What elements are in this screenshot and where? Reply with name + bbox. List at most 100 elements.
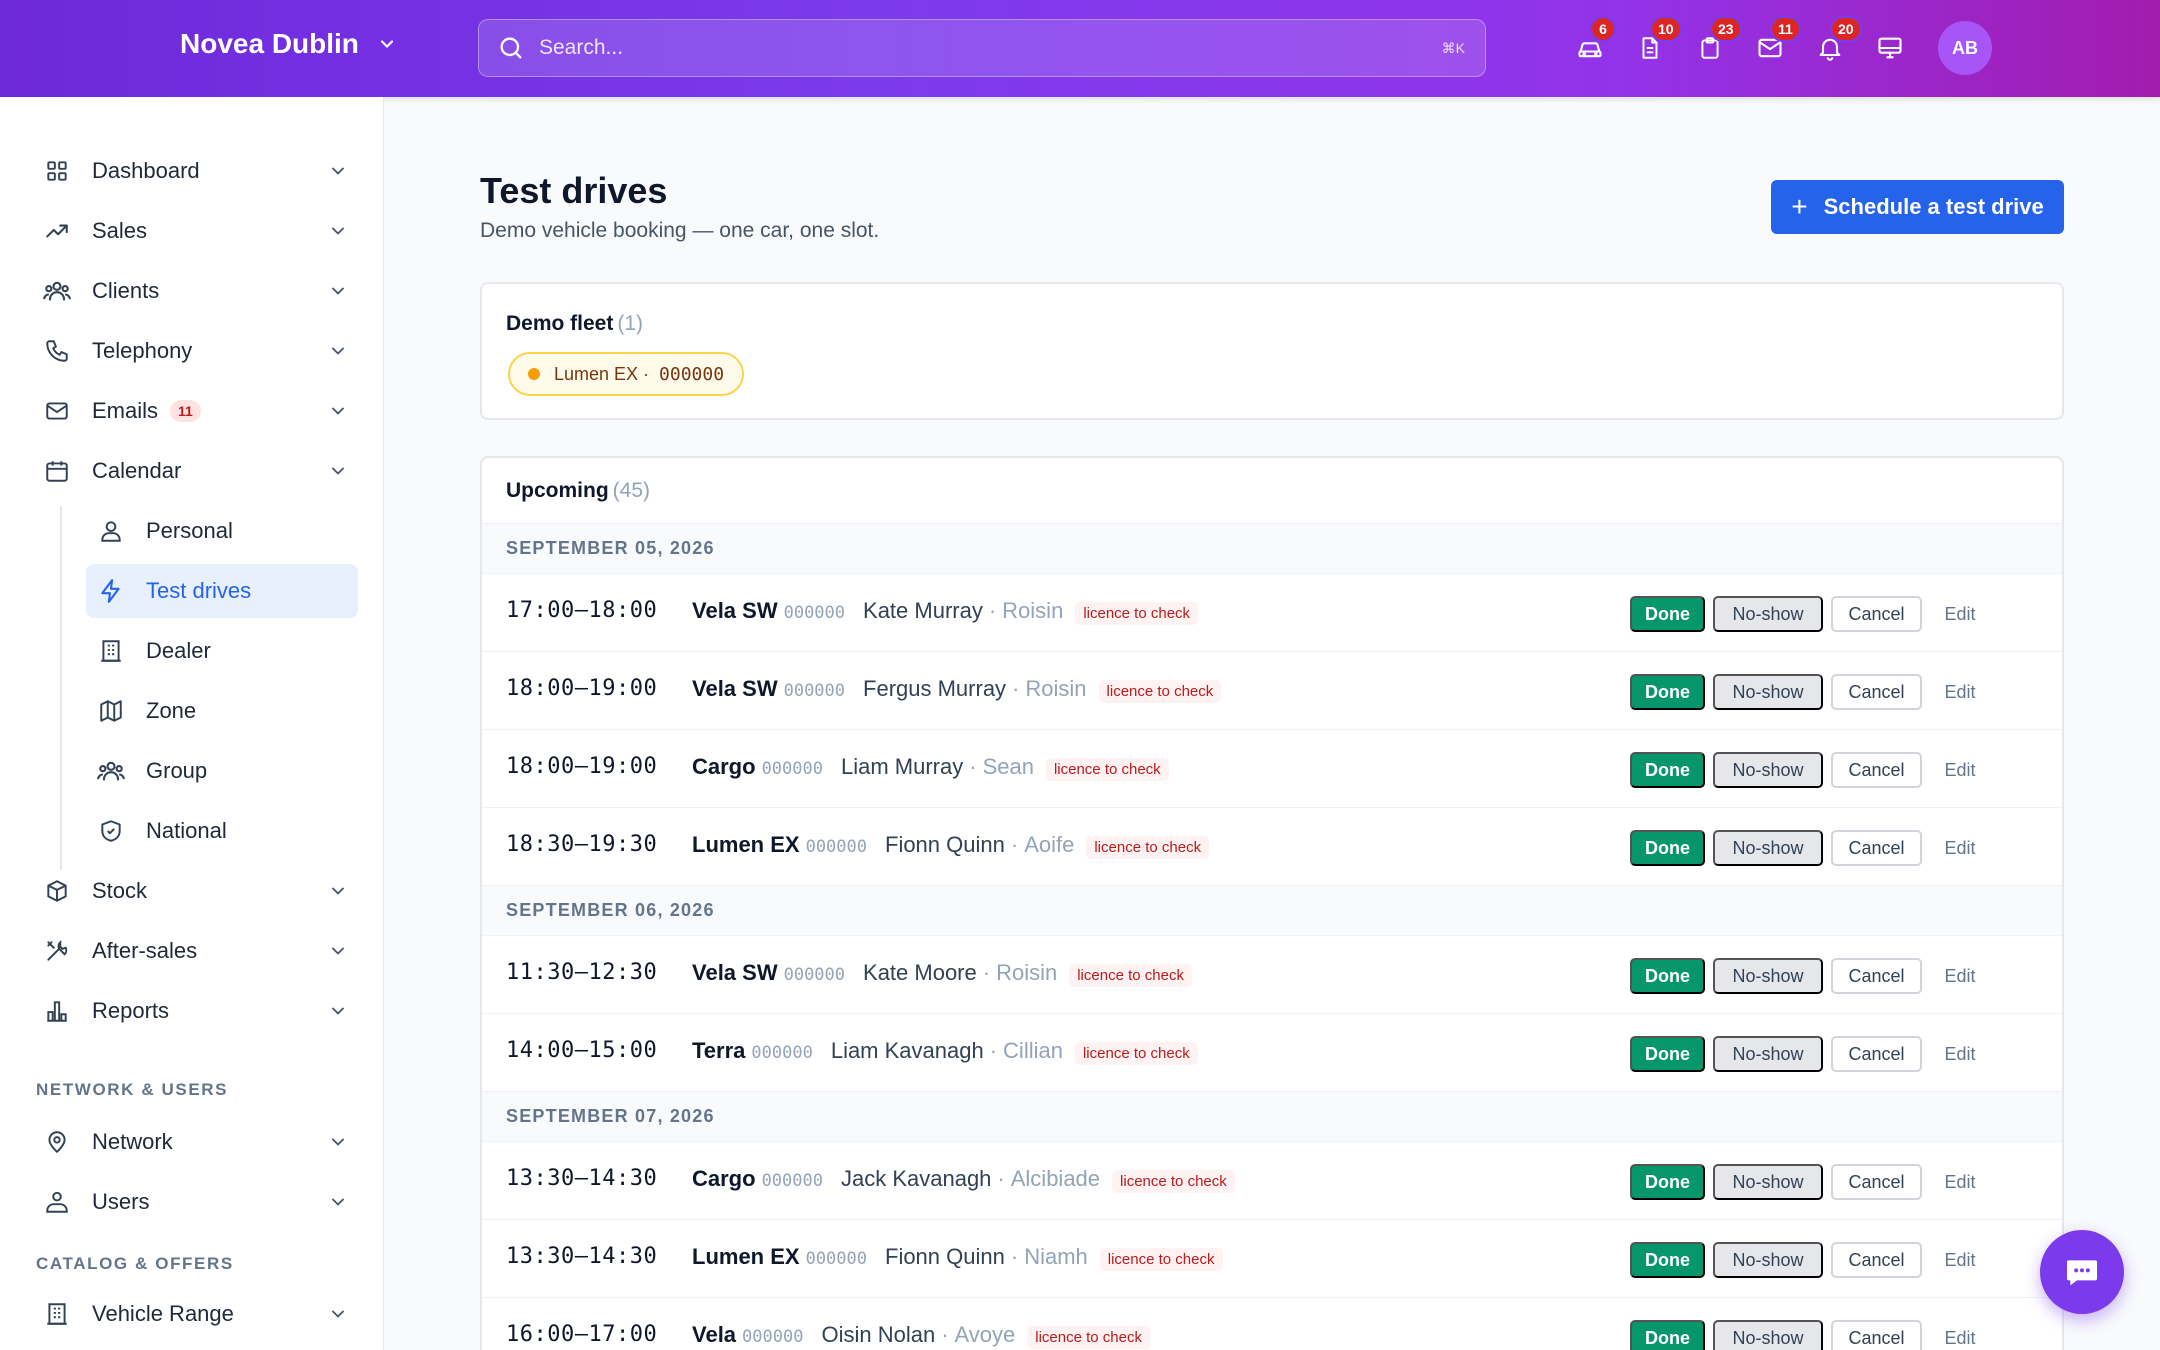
sidebar-item-reports[interactable]: Reports — [30, 984, 360, 1038]
done-button[interactable]: Done — [1630, 1242, 1705, 1278]
edit-link[interactable]: Edit — [1930, 596, 1990, 632]
separator-dot: · — [1010, 832, 1019, 857]
monitor-icon[interactable] — [1872, 30, 1908, 66]
cancel-button[interactable]: Cancel — [1831, 830, 1922, 866]
sidebar-item-label: Vehicle Range — [92, 1301, 234, 1326]
sidebar-item-emails[interactable]: Emails 11 — [30, 384, 360, 438]
test-drive-row[interactable]: 18:00–19:00 Cargo 000000 Liam Murray · S… — [482, 730, 2062, 808]
no-show-button[interactable]: No-show — [1713, 830, 1823, 866]
cancel-button[interactable]: Cancel — [1831, 1242, 1922, 1278]
edit-link[interactable]: Edit — [1930, 674, 1990, 710]
car-icon[interactable]: 6 — [1572, 16, 1616, 66]
global-search[interactable]: ⌘K — [478, 19, 1486, 77]
cancel-button[interactable]: Cancel — [1831, 1164, 1922, 1200]
edit-link[interactable]: Edit — [1930, 1242, 1990, 1278]
cancel-button[interactable]: Cancel — [1831, 752, 1922, 788]
edit-link[interactable]: Edit — [1930, 958, 1990, 994]
sidebar-item-personal[interactable]: Personal — [86, 504, 358, 558]
sidebar-item-dealer[interactable]: Dealer — [86, 624, 358, 678]
no-show-button[interactable]: No-show — [1713, 674, 1823, 710]
sidebar-item-clients[interactable]: Clients — [30, 264, 360, 318]
licence-check-badge: licence to check — [1027, 1326, 1150, 1349]
chat-button[interactable] — [2040, 1230, 2124, 1314]
separator-dot: · — [989, 1038, 998, 1063]
dealer-switcher[interactable]: Novea Dublin — [180, 28, 397, 60]
sidebar-item-label: Calendar — [92, 458, 182, 483]
no-show-button[interactable]: No-show — [1713, 1036, 1823, 1072]
chevron-down-icon — [328, 1132, 348, 1152]
edit-link[interactable]: Edit — [1930, 1320, 1990, 1350]
done-button[interactable]: Done — [1630, 1164, 1705, 1200]
schedule-test-drive-button[interactable]: + Schedule a test drive — [1771, 180, 2064, 234]
tools-icon — [42, 936, 72, 966]
sidebar-item-dashboard[interactable]: Dashboard — [30, 144, 360, 198]
vehicle-plate: 000000 — [751, 1043, 813, 1063]
user-avatar[interactable]: AB — [1938, 21, 1992, 75]
edit-link[interactable]: Edit — [1930, 1036, 1990, 1072]
cancel-button[interactable]: Cancel — [1831, 1320, 1922, 1350]
done-button[interactable]: Done — [1630, 596, 1705, 632]
separator-dot: · — [982, 960, 991, 985]
chevron-down-icon — [328, 881, 348, 901]
no-show-button[interactable]: No-show — [1713, 1242, 1823, 1278]
done-button[interactable]: Done — [1630, 1036, 1705, 1072]
test-drive-row[interactable]: 18:30–19:30 Lumen EX 000000 Fionn Quinn … — [482, 808, 2062, 886]
vehicle-model: Vela SW — [692, 676, 778, 701]
sidebar-item-users[interactable]: Users — [30, 1175, 360, 1229]
upcoming-count: (45) — [612, 478, 651, 502]
bell-icon[interactable]: 20 — [1812, 16, 1862, 66]
edit-link[interactable]: Edit — [1930, 830, 1990, 866]
search-input[interactable] — [539, 36, 1442, 60]
sidebar-item-telephony[interactable]: Telephony — [30, 324, 360, 378]
done-button[interactable]: Done — [1630, 1320, 1705, 1350]
test-drive-row[interactable]: 14:00–15:00 Terra 000000 Liam Kavanagh ·… — [482, 1014, 2062, 1092]
no-show-button[interactable]: No-show — [1713, 1164, 1823, 1200]
chevron-down-icon — [328, 341, 348, 361]
no-show-button[interactable]: No-show — [1713, 596, 1823, 632]
test-drive-row[interactable]: 17:00–18:00 Vela SW 000000 Kate Murray ·… — [482, 574, 2062, 652]
cancel-button[interactable]: Cancel — [1831, 596, 1922, 632]
test-drive-row[interactable]: 11:30–12:30 Vela SW 000000 Kate Moore · … — [482, 936, 2062, 1014]
test-drive-row[interactable]: 13:30–14:30 Cargo 000000 Jack Kavanagh ·… — [482, 1142, 2062, 1220]
sidebar-item-after-sales[interactable]: After-sales — [30, 924, 360, 978]
no-show-button[interactable]: No-show — [1713, 958, 1823, 994]
test-drive-row[interactable]: 13:30–14:30 Lumen EX 000000 Fionn Quinn … — [482, 1220, 2062, 1298]
sidebar-item-group[interactable]: Group — [86, 744, 358, 798]
search-shortcut: ⌘K — [1441, 39, 1465, 56]
licence-check-badge: licence to check — [1069, 964, 1192, 987]
sidebar-item-stock[interactable]: Stock — [30, 864, 360, 918]
edit-link[interactable]: Edit — [1930, 752, 1990, 788]
sidebar-item-zone[interactable]: Zone — [86, 684, 358, 738]
cancel-button[interactable]: Cancel — [1831, 674, 1922, 710]
sidebar-item-test-drives[interactable]: Test drives — [86, 564, 358, 618]
no-show-button[interactable]: No-show — [1713, 752, 1823, 788]
test-drive-row[interactable]: 18:00–19:00 Vela SW 000000 Fergus Murray… — [482, 652, 2062, 730]
sidebar-item-network[interactable]: Network — [30, 1115, 360, 1169]
document-icon[interactable]: 10 — [1632, 16, 1682, 66]
vehicle-model: Vela — [692, 1322, 737, 1347]
chevron-down-icon — [328, 1304, 348, 1324]
cancel-button[interactable]: Cancel — [1831, 1036, 1922, 1072]
test-drive-row[interactable]: 16:00–17:00 Vela 000000 Oisin Nolan · Av… — [482, 1298, 2062, 1350]
done-button[interactable]: Done — [1630, 958, 1705, 994]
edit-link[interactable]: Edit — [1930, 1164, 1990, 1200]
clipboard-icon[interactable]: 23 — [1692, 16, 1742, 66]
vehicle-plate: 000000 — [761, 1171, 823, 1191]
cancel-button[interactable]: Cancel — [1831, 958, 1922, 994]
chevron-down-icon — [328, 221, 348, 241]
sidebar-item-calendar[interactable]: Calendar — [30, 444, 360, 498]
demo-fleet-title-text: Demo fleet — [506, 312, 614, 335]
sidebar-item-label: Telephony — [92, 338, 193, 363]
sidebar-item-vehicle-range[interactable]: Vehicle Range — [30, 1287, 360, 1341]
mail-icon[interactable]: 11 — [1752, 16, 1801, 66]
sidebar-item-national[interactable]: National — [86, 804, 358, 858]
no-show-button[interactable]: No-show — [1713, 1320, 1823, 1350]
done-button[interactable]: Done — [1630, 830, 1705, 866]
client-name: Kate Moore — [863, 960, 977, 985]
sidebar-item-sales[interactable]: Sales — [30, 204, 360, 258]
done-button[interactable]: Done — [1630, 752, 1705, 788]
clipboard-count-badge: 23 — [1710, 16, 1742, 42]
fleet-vehicle-chip[interactable]: Lumen EX · 000000 — [508, 352, 745, 396]
sidebar: Dashboard Sales Clients Telephony Emails… — [0, 97, 384, 1350]
done-button[interactable]: Done — [1630, 674, 1705, 710]
